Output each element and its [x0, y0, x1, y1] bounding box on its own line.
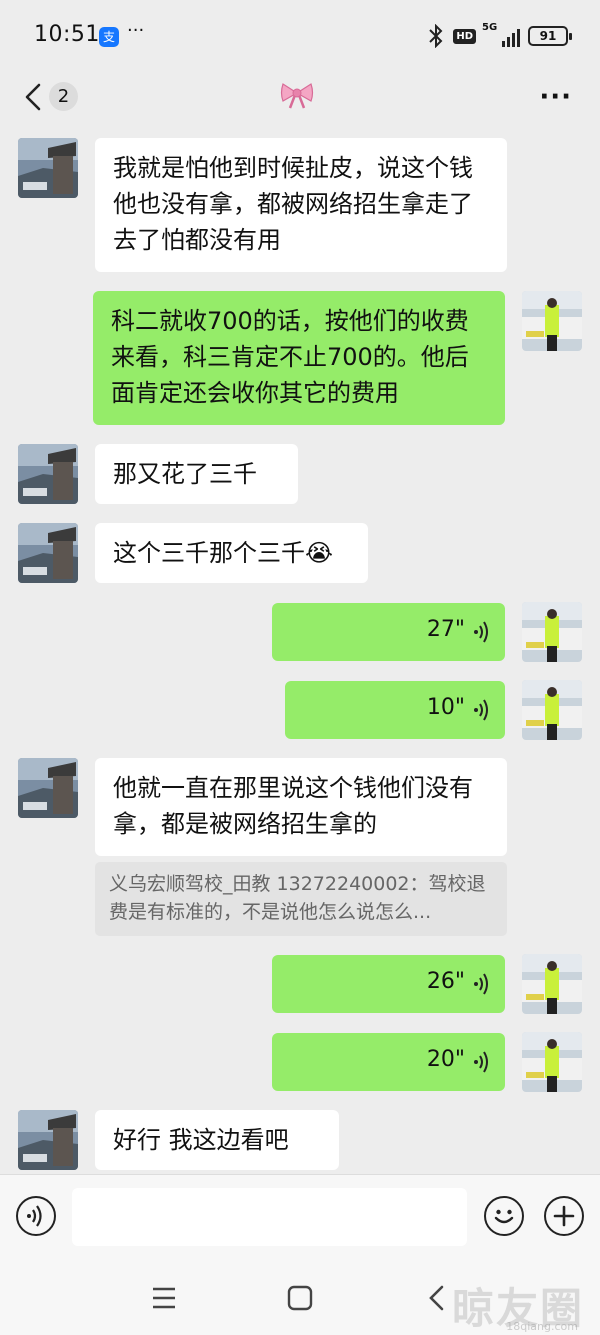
message-text: 他就一直在那里说这个钱他们没有拿，都是被网络招生拿的	[113, 774, 473, 838]
unread-badge[interactable]: 2	[49, 82, 78, 111]
more-notifications-icon: ···	[127, 20, 145, 41]
avatar[interactable]	[18, 444, 78, 504]
voice-wave-icon	[474, 973, 488, 995]
quoted-message[interactable]: 义乌宏顺驾校_田教 13272240002：驾校退费是有标准的，不是说他怎么说怎…	[95, 862, 507, 936]
voice-icon	[27, 1205, 42, 1227]
message-text: 这个三千那个三千😭	[113, 539, 334, 567]
plus-button[interactable]	[544, 1196, 584, 1236]
bluetooth-icon	[429, 24, 443, 48]
status-bar: 10:51 支 ··· HD 5G 91	[0, 0, 600, 70]
message-text: 我就是怕他到时候扯皮，说这个钱他也没有拿，都被网络招生拿走了 去了怕都没有用	[113, 154, 473, 254]
voice-duration: 26"	[426, 969, 465, 994]
message-text: 那又花了三千	[113, 460, 257, 488]
more-options-icon[interactable]: ···	[539, 82, 572, 112]
input-bar	[0, 1174, 600, 1260]
message-text: 科二就收700的话，按他们的收费来看，科三肯定不止700的。他后面肯定还会收你其…	[111, 307, 469, 407]
chat-header: 2 ···	[0, 70, 600, 126]
emoji-button[interactable]	[484, 1196, 524, 1236]
avatar[interactable]	[522, 291, 582, 351]
alipay-icon: 支	[99, 27, 119, 47]
avatar[interactable]	[18, 1110, 78, 1170]
hd-icon: HD	[453, 28, 476, 44]
voice-duration: 10"	[426, 695, 465, 720]
avatar[interactable]	[522, 954, 582, 1014]
message-bubble[interactable]: 我就是怕他到时候扯皮，说这个钱他也没有拿，都被网络招生拿走了 去了怕都没有用	[95, 138, 507, 272]
voice-message[interactable]: 10"	[285, 681, 505, 739]
voice-message[interactable]: 20"	[272, 1033, 505, 1091]
watermark-url: 18qiang.com	[506, 1320, 578, 1333]
voice-wave-icon	[474, 1051, 488, 1073]
avatar[interactable]	[522, 680, 582, 740]
message-bubble[interactable]: 科二就收700的话，按他们的收费来看，科三肯定不止700的。他后面肯定还会收你其…	[93, 291, 505, 425]
avatar[interactable]	[18, 523, 78, 583]
battery-icon: 91	[528, 26, 572, 46]
home-icon[interactable]	[287, 1285, 313, 1311]
chat-area[interactable]: 我就是怕他到时候扯皮，说这个钱他也没有拿，都被网络招生拿走了 去了怕都没有用 科…	[0, 126, 600, 1174]
voice-duration: 27"	[426, 617, 465, 642]
network-type: 5G	[482, 22, 498, 33]
avatar[interactable]	[522, 602, 582, 662]
voice-message[interactable]: 26"	[272, 955, 505, 1013]
voice-duration: 20"	[426, 1047, 465, 1072]
signal-icon: 5G	[482, 22, 520, 47]
smiley-icon	[494, 1209, 514, 1224]
bow-emoji-title	[280, 83, 314, 109]
voice-message[interactable]: 27"	[272, 603, 505, 661]
avatar[interactable]	[18, 758, 78, 818]
avatar[interactable]	[18, 138, 78, 198]
voice-wave-icon	[474, 699, 488, 721]
voice-input-button[interactable]	[16, 1196, 56, 1236]
message-bubble[interactable]: 这个三千那个三千😭	[95, 523, 368, 583]
plus-icon	[553, 1205, 575, 1227]
message-bubble[interactable]: 那又花了三千	[95, 444, 298, 504]
menu-icon[interactable]	[151, 1286, 177, 1310]
message-bubble[interactable]: 好行 我这边看吧	[95, 1110, 339, 1170]
avatar[interactable]	[522, 1032, 582, 1092]
message-bubble[interactable]: 他就一直在那里说这个钱他们没有拿，都是被网络招生拿的	[95, 758, 507, 856]
voice-wave-icon	[474, 621, 488, 643]
message-input[interactable]	[72, 1188, 467, 1246]
clock: 10:51	[34, 22, 100, 47]
message-text: 好行 我这边看吧	[113, 1126, 289, 1154]
back-icon[interactable]	[426, 1284, 446, 1312]
back-arrow-icon[interactable]	[22, 82, 46, 112]
